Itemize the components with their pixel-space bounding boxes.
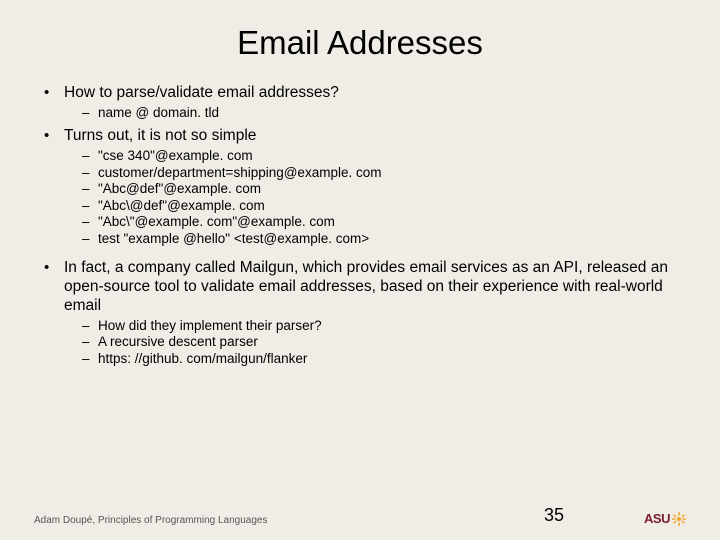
sub-item: name @ domain. tld [64,105,686,121]
sub-list: "cse 340"@example. com customer/departme… [64,148,686,247]
sub-item: A recursive descent parser [64,334,686,350]
bullet-text: In fact, a company called Mailgun, which… [64,259,668,314]
bullet-text: How to parse/validate email addresses? [64,84,339,101]
sub-item: "Abc\@def"@example. com [64,198,686,214]
bullet-item: In fact, a company called Mailgun, which… [34,259,686,367]
bullet-text: Turns out, it is not so simple [64,127,256,144]
sub-item: test "example @hello" <test@example. com… [64,231,686,247]
sub-list: name @ domain. tld [64,105,686,121]
bullet-item: How to parse/validate email addresses? n… [34,84,686,121]
sub-item: "Abc@def"@example. com [64,181,686,197]
sub-item: "Abc\"@example. com"@example. com [64,214,686,230]
page-number: 35 [544,505,564,526]
sunburst-icon [672,512,686,526]
sub-item: https: //github. com/mailgun/flanker [64,351,686,367]
slide-title: Email Addresses [34,24,686,62]
slide: Email Addresses How to parse/validate em… [0,0,720,540]
footer: Adam Doupé, Principles of Programming La… [34,505,686,526]
bullet-list: How to parse/validate email addresses? n… [34,84,686,367]
footer-credit: Adam Doupé, Principles of Programming La… [34,515,544,526]
asu-logo: ASU [644,511,686,526]
sub-item: How did they implement their parser? [64,318,686,334]
sub-list: How did they implement their parser? A r… [64,318,686,367]
asu-logo-text: ASU [644,511,670,526]
sub-item: "cse 340"@example. com [64,148,686,164]
sub-item: customer/department=shipping@example. co… [64,165,686,181]
bullet-item: Turns out, it is not so simple "cse 340"… [34,127,686,247]
